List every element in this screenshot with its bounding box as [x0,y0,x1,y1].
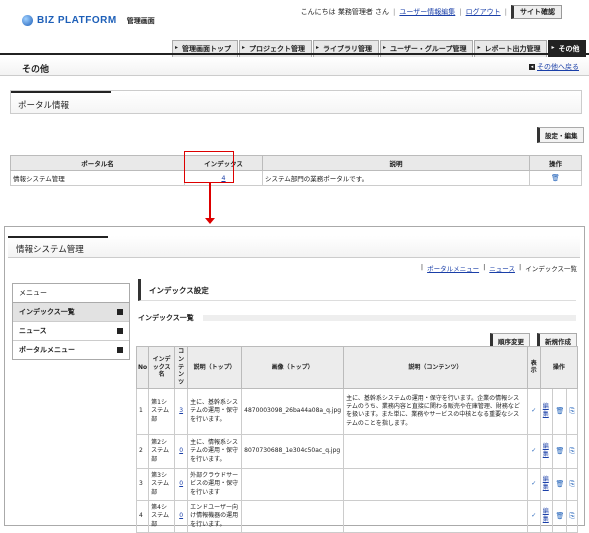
back-to-other-link[interactable]: その他へ戻る [537,62,579,72]
user-bar: こんにちは 業務管理者 さん | ユーザー情報編集 | ログアウト | サイト確… [301,5,562,19]
portal-panel-title: ポータル情報 [18,101,70,111]
arrow-down-icon [205,218,215,224]
brand-logo: BIZ PLATFORM 管理画面 [22,15,155,26]
arrow-square-icon: ◂ [529,64,535,70]
trash-icon[interactable]: 🗑 [555,480,564,488]
row-desc-contents: 主に、基幹系システムの運用・保守を行います。企業の情報システムのうち、業務内容と… [343,387,528,435]
col-index-name: インデックス名 [148,346,176,389]
detail-title: 情報システム管理 [16,245,84,255]
row-name: 第2システム部 [148,433,176,469]
crumb-news[interactable]: ニュース [489,263,515,273]
table-row: 情報システム管理 4 システム部門の業務ポータルです。 🗑 [10,170,582,186]
sidebar-item-label: ポータルメニュー [19,346,75,354]
col-ops: 操作 [539,346,579,389]
highlight-connector [209,183,211,221]
bullet-square-icon [117,347,123,353]
edit-link[interactable]: 編集 [543,508,549,523]
trash-icon[interactable]: 🗑 [555,447,564,455]
trash-icon[interactable]: 🗑 [555,512,564,520]
portal-description: システム部門の業務ポータルです。 [262,170,530,186]
copy-icon[interactable]: ⎘ [569,480,575,488]
edit-link[interactable]: 編集 [543,443,549,458]
row-no: 2 [135,433,150,469]
row-desc-top: 主に、基幹系システムの運用・保守を行います。 [187,387,243,435]
col-desc-contents: 説明（コンテンツ） [343,346,528,389]
table-row: 1 第1システム部 3 主に、基幹系システムの運用・保守を行います。 48700… [135,387,578,435]
tab-divider [0,53,589,55]
sidebar-item-label: ニュース [19,327,47,335]
brand-name: BIZ PLATFORM [37,15,117,26]
site-check-button[interactable]: サイト確認 [511,5,562,19]
row-desc-top: 外部クラウドサービスの運用・保守を行います [187,467,243,501]
col-no: No [135,346,150,389]
copy-icon[interactable]: ⎘ [569,407,575,415]
row-name: 第3システム部 [148,467,176,501]
col-display: 表示 [526,346,541,389]
col-description: 説明 [262,155,530,171]
crumb-current: インデックス一覧 [525,265,577,273]
portal-panel-header [10,90,582,114]
sidebar-item-label: インデックス一覧 [19,308,75,316]
table-row: 2 第2システム部 0 主に、情報系システムの運用・保守を行います。 80707… [135,433,578,469]
check-icon: ✓ [531,447,537,455]
index-table: No インデックス名 コンテンツ 説明（トップ） 画像（トップ） 説明（コンテン… [135,346,579,533]
back-link-wrap: ◂ その他へ戻る [529,62,579,72]
sidebar-item-index-list[interactable]: インデックス一覧 [13,303,129,322]
logout-link[interactable]: ログアウト [466,7,501,17]
portal-table: ポータル名 インデックス 説明 操作 情報システム管理 4 システム部門の業務ポ… [10,155,582,186]
crumb-portal-menu[interactable]: ポータルメニュー [427,263,479,273]
row-name: 第1システム部 [148,387,176,435]
col-operation: 操作 [529,155,582,171]
portal-name: 情報システム管理 [10,170,185,186]
row-image [241,467,345,501]
section-title: インデックス設定 [138,279,576,301]
row-desc-contents [343,433,528,469]
sidebar-item-portal-menu[interactable]: ポータルメニュー [13,341,129,359]
row-image: 4870003098_26ba44a08a_q.jpg [241,387,345,435]
edit-link[interactable]: 編集 [543,476,549,491]
side-menu-head: メニュー [13,284,129,303]
breadcrumb: | ポータルメニュー | ニュース | インデックス一覧 [420,263,577,273]
row-desc-contents [343,467,528,501]
row-image: 8070730688_1e304c50ac_q.jpg [241,433,345,469]
page-header [0,57,589,76]
logo-mark-icon [22,15,33,26]
copy-icon[interactable]: ⎘ [569,447,575,455]
list-title: インデックス一覧 [138,314,194,322]
highlight-box [184,151,234,183]
check-icon: ✓ [531,480,537,488]
check-icon: ✓ [531,407,537,415]
sidebar-item-news[interactable]: ニュース [13,322,129,341]
row-no: 3 [135,467,150,501]
col-portal-name: ポータル名 [10,155,185,171]
detail-header [8,236,580,258]
trash-icon[interactable]: 🗑 [555,407,564,415]
row-desc-top: 主に、情報系システムの運用・保守を行います。 [187,433,243,469]
copy-icon[interactable]: ⎘ [569,512,575,520]
contents-count-link[interactable]: 0 [179,512,183,519]
list-title-bar [203,315,576,321]
side-menu: メニュー インデックス一覧 ニュース ポータルメニュー [12,283,130,360]
row-no: 1 [135,387,150,435]
table-row: 3 第3システム部 0 外部クラウドサービスの運用・保守を行います ✓ 編集 🗑… [135,467,578,501]
bullet-square-icon [117,309,123,315]
col-contents: コンテンツ [174,346,189,389]
contents-count-link[interactable]: 0 [179,480,183,487]
edit-link[interactable]: 編集 [543,403,549,418]
settings-edit-button[interactable]: 設定・編集 [537,127,584,143]
contents-count-link[interactable]: 3 [179,407,183,414]
page-title: その他 [22,65,50,75]
check-icon: ✓ [531,512,537,520]
greeting: こんにちは 業務管理者 さん [300,8,390,16]
trash-icon[interactable]: 🗑 [551,174,560,182]
col-image-top: 画像（トップ） [241,346,345,389]
brand-subtitle: 管理画面 [126,16,155,25]
bullet-square-icon [117,328,123,334]
user-edit-link[interactable]: ユーザー情報編集 [399,7,455,17]
col-desc-top: 説明（トップ） [187,346,243,389]
contents-count-link[interactable]: 0 [179,447,183,454]
